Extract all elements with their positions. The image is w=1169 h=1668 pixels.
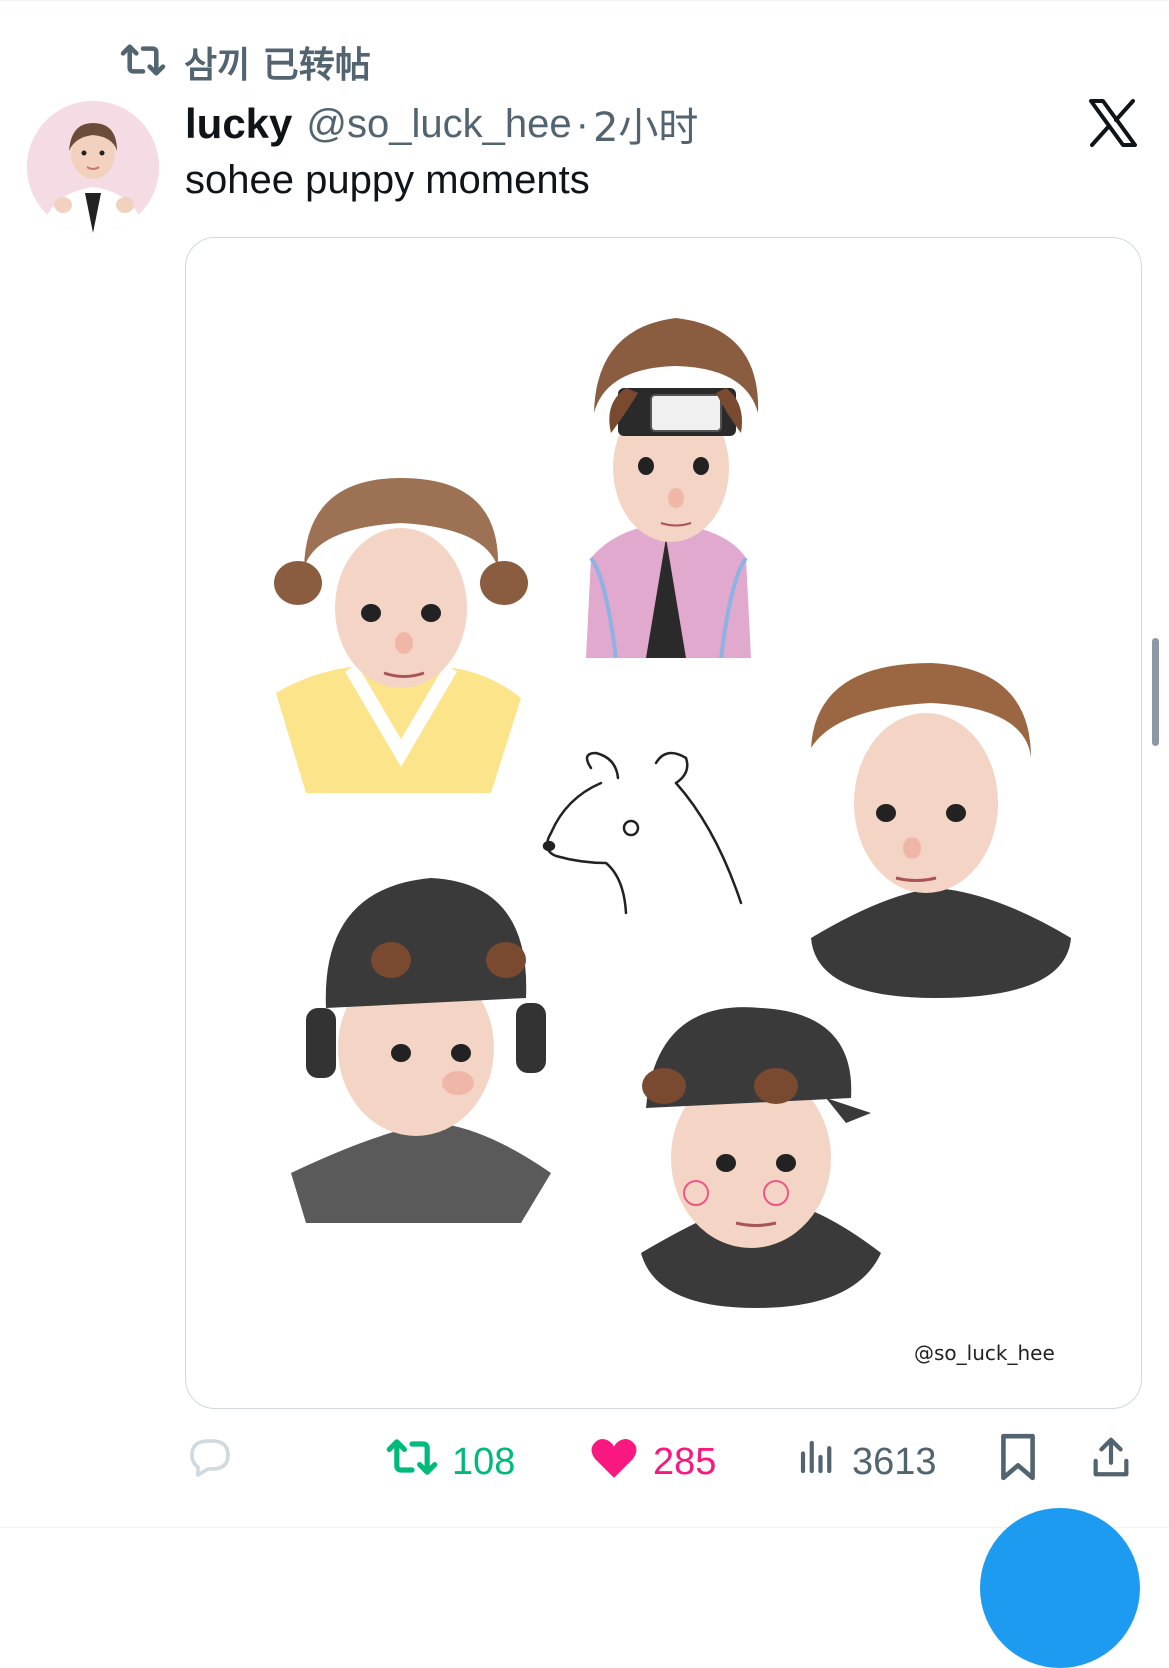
compose-fab-button[interactable] <box>980 1508 1140 1668</box>
avatar[interactable] <box>27 101 159 233</box>
retweet-count: 108 <box>452 1440 516 1483</box>
separator-dot: · <box>575 101 589 146</box>
share-button[interactable] <box>1088 1432 1134 1492</box>
heart-icon <box>589 1434 639 1490</box>
action-bar: 108 285 3613 <box>0 1432 1169 1492</box>
post-time[interactable]: 2小时 <box>593 95 698 153</box>
media-watermark: @so_luck_hee <box>914 1341 1055 1365</box>
repost-indicator[interactable]: 삼끼 已转帖 <box>120 38 371 86</box>
author-name[interactable]: lucky <box>185 100 292 148</box>
retweet-icon <box>386 1435 438 1489</box>
retweet-button[interactable]: 108 <box>386 1432 515 1492</box>
drawing-brown-hair-boy <box>811 663 1071 998</box>
repost-label: 삼끼 已转帖 <box>184 45 371 86</box>
bookmark-icon <box>996 1432 1040 1492</box>
repost-icon <box>120 41 166 84</box>
share-icon <box>1088 1433 1134 1491</box>
views-button[interactable]: 3613 <box>796 1432 937 1492</box>
like-count: 285 <box>653 1440 717 1483</box>
views-count: 3613 <box>852 1440 937 1483</box>
drawing-dog <box>542 751 743 915</box>
top-divider <box>0 0 1169 1</box>
author-handle[interactable]: @so_luck_hee <box>306 102 571 147</box>
scrollbar-thumb[interactable] <box>1152 638 1159 746</box>
x-logo-icon[interactable] <box>1088 98 1138 148</box>
drawing-cap-boy <box>641 1007 881 1308</box>
views-icon <box>796 1436 838 1488</box>
reply-button[interactable] <box>186 1432 234 1492</box>
bookmark-button[interactable] <box>996 1432 1040 1492</box>
like-button[interactable]: 285 <box>589 1432 716 1492</box>
drawing-hanbok-boy <box>274 478 528 793</box>
tweet-text: sohee puppy moments <box>185 158 590 202</box>
tweet-header: lucky @so_luck_hee · 2小时 <box>185 96 698 152</box>
drawing-headphones-boy <box>291 878 551 1223</box>
media-image[interactable]: @so_luck_hee <box>185 237 1142 1409</box>
bottom-divider <box>0 1527 1169 1528</box>
reply-icon <box>186 1433 234 1491</box>
drawing-headband-boy <box>586 318 759 659</box>
